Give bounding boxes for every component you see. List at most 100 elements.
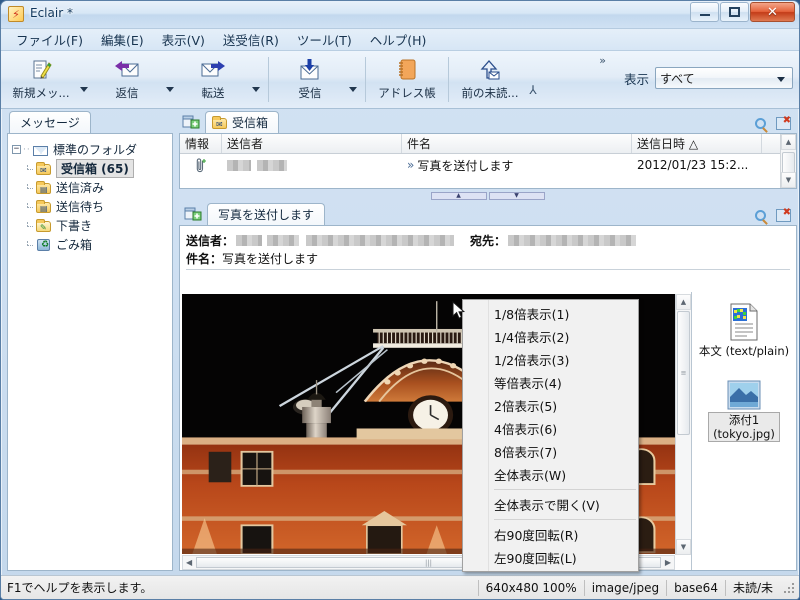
tree-item-standard-folders[interactable]: − ·· 標準のフォルダ (12, 140, 168, 159)
scrollbar-thumb[interactable] (782, 152, 795, 174)
tree-item-outbox[interactable]: ▤ 送信待ち (12, 197, 168, 216)
tree-item-inbox[interactable]: ✉ 受信箱 (65) (12, 159, 168, 178)
tab-messages[interactable]: メッセージ (9, 111, 91, 133)
reply-dropdown[interactable] (163, 53, 177, 108)
to-label: 宛先： (470, 233, 507, 248)
pane-splitter[interactable]: ▲ ▼ (179, 191, 797, 201)
splitter-up-button[interactable]: ▲ (431, 192, 487, 200)
close-button[interactable]: ✕ (750, 2, 795, 22)
close-tab-icon[interactable] (776, 115, 791, 130)
menu-file[interactable]: ファイル(F) (7, 28, 92, 51)
ctx-zoom-fit[interactable]: 全体表示(W) (463, 463, 638, 486)
new-tab-icon[interactable] (181, 112, 201, 132)
table-row[interactable]: » 写真を送付します 2012/01/23 15:2... (180, 154, 796, 176)
toolbar-group-tools: アドレス帳 前の未読... ⅄ (371, 53, 540, 108)
scroll-down-icon[interactable]: ▼ (781, 172, 796, 188)
chevron-down-icon (777, 77, 785, 82)
column-header-date[interactable]: 送信日時 △ (632, 134, 762, 153)
filter-label: 表示 (623, 71, 649, 87)
message-list-tabstrip: ✉ 受信箱 (177, 109, 797, 133)
tree-item-trash[interactable]: ♻ ごみ箱 (12, 235, 168, 254)
cell-date: 2012/01/23 15:2... (637, 158, 749, 172)
column-header-subject[interactable]: 件名 (402, 134, 632, 153)
scroll-up-icon[interactable]: ▲ (676, 294, 691, 310)
scroll-up-icon[interactable]: ▲ (781, 134, 796, 150)
address-book-button[interactable]: アドレス帳 (371, 53, 443, 108)
attachment-body-part[interactable]: 本文 (text/plain) (692, 302, 796, 358)
ctx-zoom-2x[interactable]: 2倍表示(5) (463, 394, 638, 417)
splitter-down-button[interactable]: ▼ (489, 192, 545, 200)
filter-combobox[interactable]: すべて (655, 67, 793, 89)
prev-unread-button[interactable]: 前の未読... (454, 53, 526, 108)
folder-mail-icon: ✉ (36, 161, 52, 176)
resize-grip[interactable] (782, 581, 796, 595)
redacted-text (227, 159, 251, 171)
tree-item-drafts[interactable]: ✎ 下書き (12, 216, 168, 235)
receive-dropdown[interactable] (346, 53, 360, 108)
prev-unread-extra[interactable]: ⅄ (526, 53, 540, 108)
menu-edit[interactable]: 編集(E) (92, 28, 153, 51)
search-icon[interactable] (755, 210, 766, 221)
menu-view[interactable]: 表示(V) (153, 28, 214, 51)
header-row-from-to: 送信者： 宛先： (186, 231, 790, 249)
redacted-text (508, 234, 637, 246)
close-icon: ✕ (767, 4, 778, 20)
tab-message-subject[interactable]: 写真を送付します (207, 203, 326, 225)
filter-value: すべて (660, 71, 695, 86)
scrollbar-thumb[interactable]: ≡ (677, 311, 690, 435)
context-menu-separator-2 (494, 519, 636, 520)
attachment-image-part[interactable]: 添付1 (tokyo.jpg) (692, 380, 796, 442)
maximize-button[interactable] (720, 2, 749, 22)
scroll-left-icon[interactable]: ◀ (183, 558, 195, 567)
text-document-icon (730, 303, 758, 341)
prev-unread-icon (478, 57, 502, 83)
attachment-panel: 本文 (text/plain) 添付1 (tokyo.jpg) (692, 292, 796, 570)
message-list-scrollbar[interactable]: ▲ ▼ (780, 134, 796, 188)
status-encoding: base64 (666, 579, 725, 596)
app-icon: ⚡ (8, 6, 24, 22)
ctx-open-fullview[interactable]: 全体表示で開く(V) (463, 493, 638, 516)
receive-button[interactable]: 受信 (274, 53, 346, 108)
folder-sent-icon: ▤ (36, 180, 52, 195)
forward-dropdown[interactable] (249, 53, 263, 108)
tree-connector: ·· (23, 144, 31, 155)
scroll-right-icon[interactable]: ▶ (662, 558, 674, 567)
column-header-sender[interactable]: 送信者 (222, 134, 402, 153)
cell-sender (222, 154, 402, 176)
new-tab-icon[interactable] (183, 204, 203, 224)
new-message-label: 新規メッ... (12, 86, 70, 100)
tree-item-label: 送信済み (56, 181, 105, 195)
scroll-down-icon[interactable]: ▼ (676, 539, 691, 555)
image-zoom-context-menu[interactable]: 1/8倍表示(1) 1/4倍表示(2) 1/2倍表示(3) 等倍表示(4) 2倍… (462, 299, 639, 572)
attachment-label-line2: (tokyo.jpg) (713, 427, 775, 441)
menu-tools[interactable]: ツール(T) (288, 28, 361, 51)
image-vscrollbar[interactable]: ▲ ≡ ▼ (675, 294, 691, 555)
ctx-rotate-left[interactable]: 左90度回転(L) (463, 546, 638, 569)
ctx-rotate-right[interactable]: 右90度回転(R) (463, 523, 638, 546)
menu-help[interactable]: ヘルプ(H) (361, 28, 436, 51)
new-message-dropdown[interactable] (77, 53, 91, 108)
search-icon[interactable] (755, 118, 766, 129)
menu-sendrecv[interactable]: 送受信(R) (214, 28, 288, 51)
close-tab-icon[interactable] (776, 207, 791, 222)
forward-button[interactable]: 転送 (177, 53, 249, 108)
ctx-zoom-4x[interactable]: 4倍表示(6) (463, 417, 638, 440)
new-message-button[interactable]: 新規メッ... (5, 53, 77, 108)
toolbar-overflow-button[interactable]: » (599, 54, 606, 67)
toolbar-separator-2 (365, 57, 366, 102)
status-read-state: 未読/未 (724, 579, 780, 596)
cell-subject: » 写真を送付します (402, 154, 632, 176)
ctx-zoom-actual[interactable]: 等倍表示(4) (463, 371, 638, 394)
reply-button[interactable]: 返信 (91, 53, 163, 108)
column-header-info[interactable]: 情報 (180, 134, 222, 153)
collapse-icon[interactable]: − (12, 145, 21, 154)
ctx-zoom-8x[interactable]: 8倍表示(7) (463, 440, 638, 463)
minimize-button[interactable] (690, 2, 719, 22)
context-menu-separator-1 (494, 489, 636, 490)
tab-inbox[interactable]: ✉ 受信箱 (205, 111, 280, 133)
ctx-zoom-quarter[interactable]: 1/4倍表示(2) (463, 325, 638, 348)
ctx-zoom-eighth[interactable]: 1/8倍表示(1) (463, 302, 638, 325)
ctx-zoom-half[interactable]: 1/2倍表示(3) (463, 348, 638, 371)
toolbar-filter: 表示 すべて (624, 67, 793, 89)
tree-item-sent[interactable]: ▤ 送信済み (12, 178, 168, 197)
